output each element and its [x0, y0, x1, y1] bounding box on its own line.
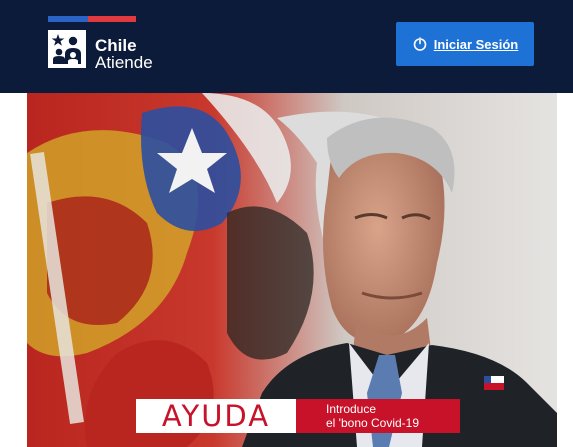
- chile-atiende-logo-icon[interactable]: [48, 30, 86, 68]
- banner-subtitle-line-2: el 'bono Covid-19: [326, 416, 420, 430]
- flag-stripe-blue: [48, 16, 88, 22]
- banner-title: AYUDA: [161, 399, 271, 433]
- flag-stripe: [48, 16, 136, 22]
- flag-stripe-red: [88, 16, 136, 22]
- hero-photo: [27, 93, 557, 447]
- logo-wordmark[interactable]: Chile Atiende: [95, 37, 153, 71]
- logo-line-2: Atiende: [95, 53, 153, 72]
- login-button-label: Iniciar Sesión: [433, 36, 519, 52]
- banner-title-box: AYUDA: [136, 399, 296, 433]
- power-icon: [413, 37, 427, 51]
- login-button[interactable]: Iniciar Sesión: [396, 22, 534, 66]
- logo-line-1: Chile: [95, 36, 137, 55]
- banner-subtitle-box: Introduce el 'bono Covid-19: [296, 399, 460, 433]
- hero-image: AYUDA Introduce el 'bono Covid-19: [27, 93, 557, 447]
- site-header: Chile Atiende Iniciar Sesión: [0, 0, 573, 93]
- banner-subtitle-line-1: Introduce: [326, 402, 377, 416]
